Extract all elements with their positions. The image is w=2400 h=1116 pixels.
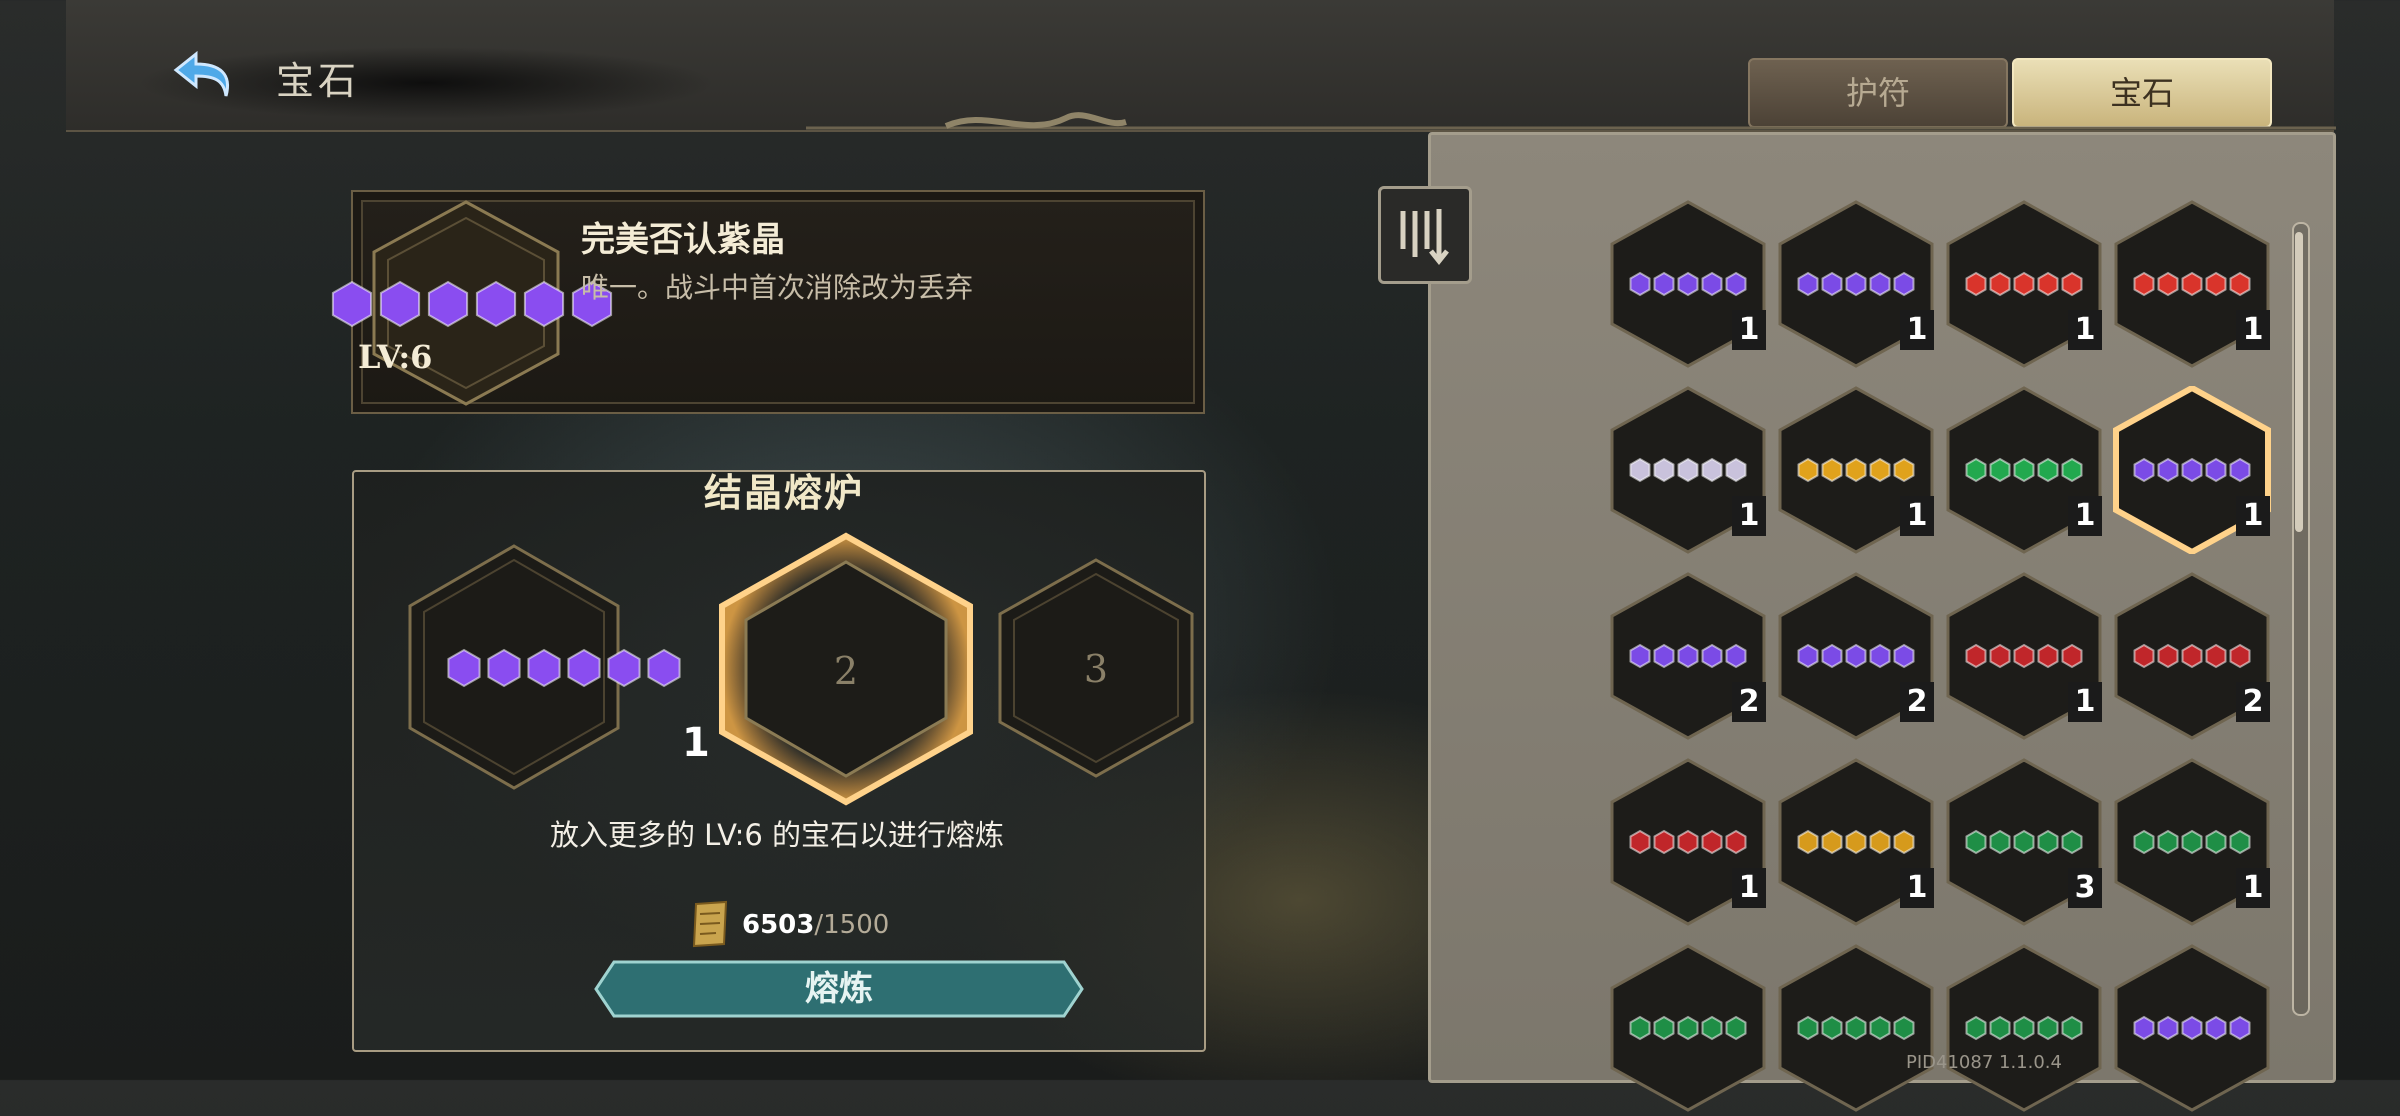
gem-slot[interactable] <box>1604 944 1772 1112</box>
furnace-slot-2-label: 2 <box>834 649 858 693</box>
furnace-title: 结晶熔炉 <box>704 470 865 515</box>
gem-slot-count: 3 <box>2068 868 2102 908</box>
gem-slot-hex-frame <box>2114 944 2270 1112</box>
version-label: PID41087 1.1.0.4 <box>1906 1052 2062 1073</box>
gem-slot[interactable]: 1 <box>2108 200 2276 368</box>
sort-filter-icon[interactable] <box>1378 186 1472 284</box>
gem-slot[interactable]: 1 <box>2108 758 2276 926</box>
gem-slot[interactable] <box>1772 944 1940 1112</box>
page-title: 宝石 <box>276 59 361 103</box>
gem-slot[interactable]: 1 <box>1940 200 2108 368</box>
gem-slot[interactable]: 1 <box>1604 200 1772 368</box>
furnace-hint: 放入更多的 LV:6 的宝石以进行熔炼 <box>549 818 1005 852</box>
gem-slot-count: 1 <box>1900 310 1934 350</box>
gem-slot[interactable]: 2 <box>1772 572 1940 740</box>
gem-slot[interactable]: 1 <box>1940 386 2108 554</box>
gem-slot-count: 1 <box>2068 496 2102 536</box>
furnace-slot-1-count: 1 <box>682 720 710 766</box>
gem-description: 唯一。战斗中首次消除改为丢弃 <box>581 271 974 304</box>
gem-slot[interactable]: 1 <box>1772 200 1940 368</box>
gem-slot-count: 1 <box>1732 496 1766 536</box>
currency-required: /1500 <box>814 910 890 940</box>
gem-slot[interactable]: 1 <box>1772 386 1940 554</box>
gem-slot[interactable]: 1 <box>1772 758 1940 926</box>
smelt-button[interactable] <box>594 960 1084 1018</box>
gem-slot[interactable] <box>1940 944 2108 1112</box>
game-screen: 宝石 护符 宝石 完美否认紫晶 唯一。战斗中首次消除改为丢弃 LV:6 结晶熔炉… <box>66 0 2336 1112</box>
gem-slot[interactable]: 1 <box>1604 386 1772 554</box>
furnace-slot-3-label: 3 <box>1084 647 1108 691</box>
gem-slot[interactable]: 2 <box>2108 572 2276 740</box>
gem-slot[interactable]: 1 <box>1604 758 1772 926</box>
gem-slot[interactable]: 1 <box>2108 384 2276 556</box>
gem-slot-count: 1 <box>1900 868 1934 908</box>
gem-slot-count: 1 <box>2236 496 2270 536</box>
gem-slot-count: 1 <box>2236 310 2270 350</box>
gem-slot-hex-frame <box>1610 944 1766 1112</box>
gem-slot[interactable] <box>2108 944 2276 1112</box>
gem-slot-hex-frame <box>1778 944 1934 1112</box>
gem-level: LV:6 <box>358 338 433 376</box>
gem-slot-count: 1 <box>1900 496 1934 536</box>
gem-slot-count: 1 <box>2068 310 2102 350</box>
gem-slot-count: 2 <box>1732 682 1766 722</box>
gem-name: 完美否认紫晶 <box>581 220 785 260</box>
scroll-currency-icon <box>692 900 728 948</box>
gem-slot-count: 1 <box>2068 682 2102 722</box>
gem-slot[interactable]: 2 <box>1604 572 1772 740</box>
gem-slot-hex-frame <box>1946 944 2102 1112</box>
furnace-slot-3[interactable]: 3 <box>996 556 1196 780</box>
gem-slot-count: 2 <box>2236 682 2270 722</box>
gem-slot-count: 1 <box>2236 868 2270 908</box>
currency-have: 6503 <box>742 910 815 940</box>
furnace-slot-2[interactable]: 2 <box>716 532 976 806</box>
inventory-scroll-thumb[interactable] <box>2295 232 2303 532</box>
gem-slot-count: 1 <box>1732 310 1766 350</box>
gem-slot-count: 2 <box>1900 682 1934 722</box>
back-arrow-icon[interactable] <box>166 40 246 110</box>
gem-slot-count: 1 <box>1732 868 1766 908</box>
furnace-slot-1-gem-icon <box>447 648 681 688</box>
currency-row: 6503/1500 <box>686 898 1046 952</box>
gem-slot[interactable]: 1 <box>1940 572 2108 740</box>
gem-slot[interactable]: 3 <box>1940 758 2108 926</box>
